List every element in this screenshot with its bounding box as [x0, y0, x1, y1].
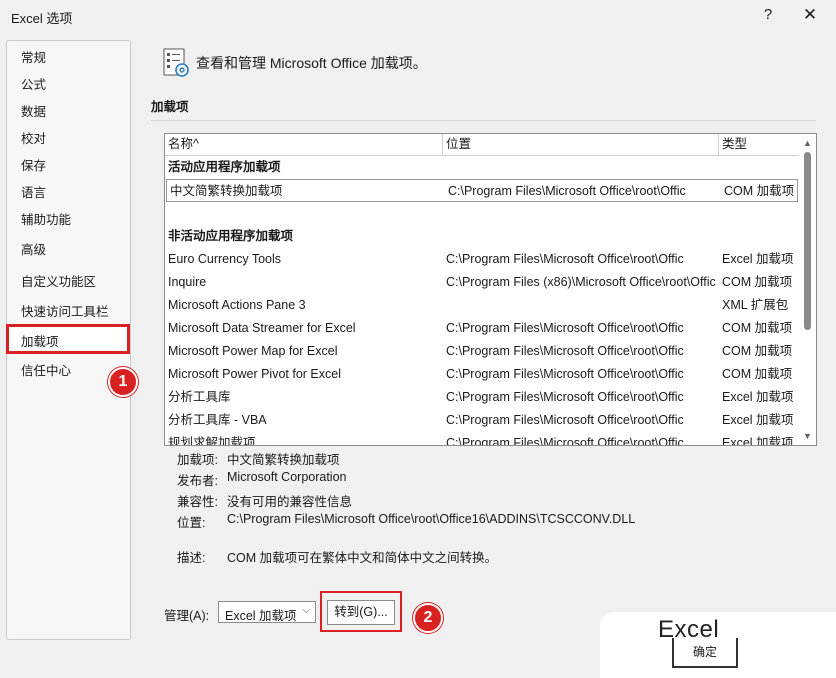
row-name: Euro Currency Tools: [168, 252, 282, 266]
sidebar-item-accessibility[interactable]: 辅助功能: [21, 209, 71, 228]
row-location: C:\Program Files\Microsoft Office\root\O…: [448, 184, 686, 198]
detail-compat-value: 没有可用的兼容性信息: [227, 495, 353, 509]
sidebar-item-trust-center[interactable]: 信任中心: [21, 360, 71, 379]
step-badge-1: 1: [108, 367, 138, 397]
sidebar-item-language[interactable]: 语言: [21, 182, 46, 201]
group-header-inactive: 非活动应用程序加载项: [168, 229, 294, 243]
detail-desc-label: 描述:: [177, 551, 206, 565]
sidebar-item-general[interactable]: 常规: [21, 47, 46, 66]
step-badge-2: 2: [413, 603, 443, 633]
column-header-type[interactable]: 类型: [719, 134, 799, 155]
list-header: 名称^ 位置 类型: [165, 134, 799, 156]
row-type: Excel 加载项: [722, 390, 794, 404]
sidebar-item-advanced[interactable]: 高级: [21, 239, 46, 258]
row-name: 中文简繁转换加载项: [170, 184, 283, 198]
row-name: Microsoft Power Pivot for Excel: [168, 367, 341, 381]
scroll-down-icon[interactable]: ▼: [803, 431, 812, 441]
window-title: Excel 选项: [11, 11, 73, 26]
row-type: COM 加载项: [722, 275, 793, 289]
row-name: Microsoft Power Map for Excel: [168, 344, 338, 358]
row-location: C:\Program Files (x86)\Microsoft Office\…: [446, 275, 716, 289]
chevron-down-icon: ⌵: [302, 605, 310, 616]
column-header-location[interactable]: 位置: [443, 134, 719, 155]
sidebar-item-proofing[interactable]: 校对: [21, 128, 46, 147]
detail-addin-label: 加载项:: [177, 453, 218, 467]
row-type: COM 加载项: [722, 321, 793, 335]
scroll-thumb[interactable]: [804, 152, 811, 330]
detail-addin-value: 中文简繁转换加载项: [227, 453, 340, 467]
section-title: 加载项: [151, 100, 189, 114]
list-row[interactable]: 规划求解加载项 C:\Program Files\Microsoft Offic…: [165, 432, 799, 446]
group-header-active: 活动应用程序加载项: [168, 160, 281, 174]
row-name: 规划求解加载项: [168, 436, 256, 446]
row-type: COM 加载项: [724, 184, 795, 198]
section-divider: [151, 120, 816, 121]
detail-compat-label: 兼容性:: [177, 495, 218, 509]
row-name: Microsoft Data Streamer for Excel: [168, 321, 356, 335]
manage-label: 管理(A):: [164, 609, 210, 623]
list-row[interactable]: Microsoft Data Streamer for Excel C:\Pro…: [165, 317, 799, 340]
help-button[interactable]: ?: [758, 4, 778, 26]
row-location: C:\Program Files\Microsoft Office\root\O…: [446, 390, 684, 404]
manage-select[interactable]: Excel 加载项 ⌵: [218, 601, 316, 623]
ok-button[interactable]: 确定: [672, 638, 738, 668]
addins-list[interactable]: 名称^ 位置 类型 活动应用程序加载项 中文简繁转换加载项 C:\Program…: [164, 133, 817, 446]
row-type: Excel 加载项: [722, 252, 794, 266]
list-row-selected[interactable]: 中文简繁转换加载项 C:\Program Files\Microsoft Off…: [166, 179, 798, 202]
row-location: C:\Program Files\Microsoft Office\root\O…: [446, 344, 684, 358]
detail-desc-value: COM 加载项可在繁体中文和简体中文之间转换。: [227, 551, 498, 565]
list-row[interactable]: Microsoft Power Pivot for Excel C:\Progr…: [165, 363, 799, 386]
list-row[interactable]: Microsoft Actions Pane 3 XML 扩展包: [165, 294, 799, 317]
row-location: C:\Program Files\Microsoft Office\root\O…: [446, 413, 684, 427]
row-location: C:\Program Files\Microsoft Office\root\O…: [446, 252, 684, 266]
sidebar-item-save[interactable]: 保存: [21, 155, 46, 174]
detail-location-label: 位置:: [177, 516, 206, 530]
sidebar-item-addins[interactable]: 加载项: [6, 324, 130, 354]
list-row[interactable]: 分析工具库 - VBA C:\Program Files\Microsoft O…: [165, 409, 799, 432]
row-name: Inquire: [168, 275, 207, 289]
row-type: COM 加载项: [722, 344, 793, 358]
page-header-text: 查看和管理 Microsoft Office 加载项。: [196, 55, 427, 71]
detail-location-value: C:\Program Files\Microsoft Office\root\O…: [227, 512, 636, 526]
row-location: C:\Program Files\Microsoft Office\root\O…: [446, 367, 684, 381]
goto-button[interactable]: 转到(G)...: [327, 600, 395, 625]
detail-publisher-label: 发布者:: [177, 474, 218, 488]
sidebar-item-quick-access-toolbar[interactable]: 快速访问工具栏: [21, 301, 109, 320]
row-location: C:\Program Files\Microsoft Office\root\O…: [446, 321, 684, 335]
list-scrollbar[interactable]: ▲ ▼: [800, 134, 816, 445]
list-row[interactable]: 分析工具库 C:\Program Files\Microsoft Office\…: [165, 386, 799, 409]
row-name: Microsoft Actions Pane 3: [168, 298, 306, 312]
row-type: COM 加载项: [722, 367, 793, 381]
detail-publisher-value: Microsoft Corporation: [227, 470, 347, 484]
scroll-up-icon[interactable]: ▲: [803, 138, 812, 148]
column-header-name[interactable]: 名称^: [165, 134, 443, 155]
row-type: Excel 加载项: [722, 413, 794, 427]
sidebar-item-data[interactable]: 数据: [21, 101, 46, 120]
sidebar-item-formulas[interactable]: 公式: [21, 74, 46, 93]
close-button[interactable]: ✕: [798, 4, 822, 26]
sidebar-item-customize-ribbon[interactable]: 自定义功能区: [21, 271, 96, 290]
list-row[interactable]: Euro Currency Tools C:\Program Files\Mic…: [165, 248, 799, 271]
row-type: Excel 加载项: [722, 436, 794, 446]
manage-select-value: Excel 加载项: [225, 609, 297, 623]
row-name: 分析工具库 - VBA: [168, 413, 267, 427]
list-row[interactable]: Microsoft Power Map for Excel C:\Program…: [165, 340, 799, 363]
row-name: 分析工具库: [168, 390, 231, 404]
row-type: XML 扩展包: [722, 298, 789, 312]
sidebar-item-addins-label: 加载项: [21, 335, 59, 349]
addins-gear-icon: [163, 48, 191, 78]
row-location: C:\Program Files\Microsoft Office\root\O…: [446, 436, 684, 446]
list-row[interactable]: Inquire C:\Program Files (x86)\Microsoft…: [165, 271, 799, 294]
title-bar: Excel 选项 ? ✕: [0, 0, 836, 34]
